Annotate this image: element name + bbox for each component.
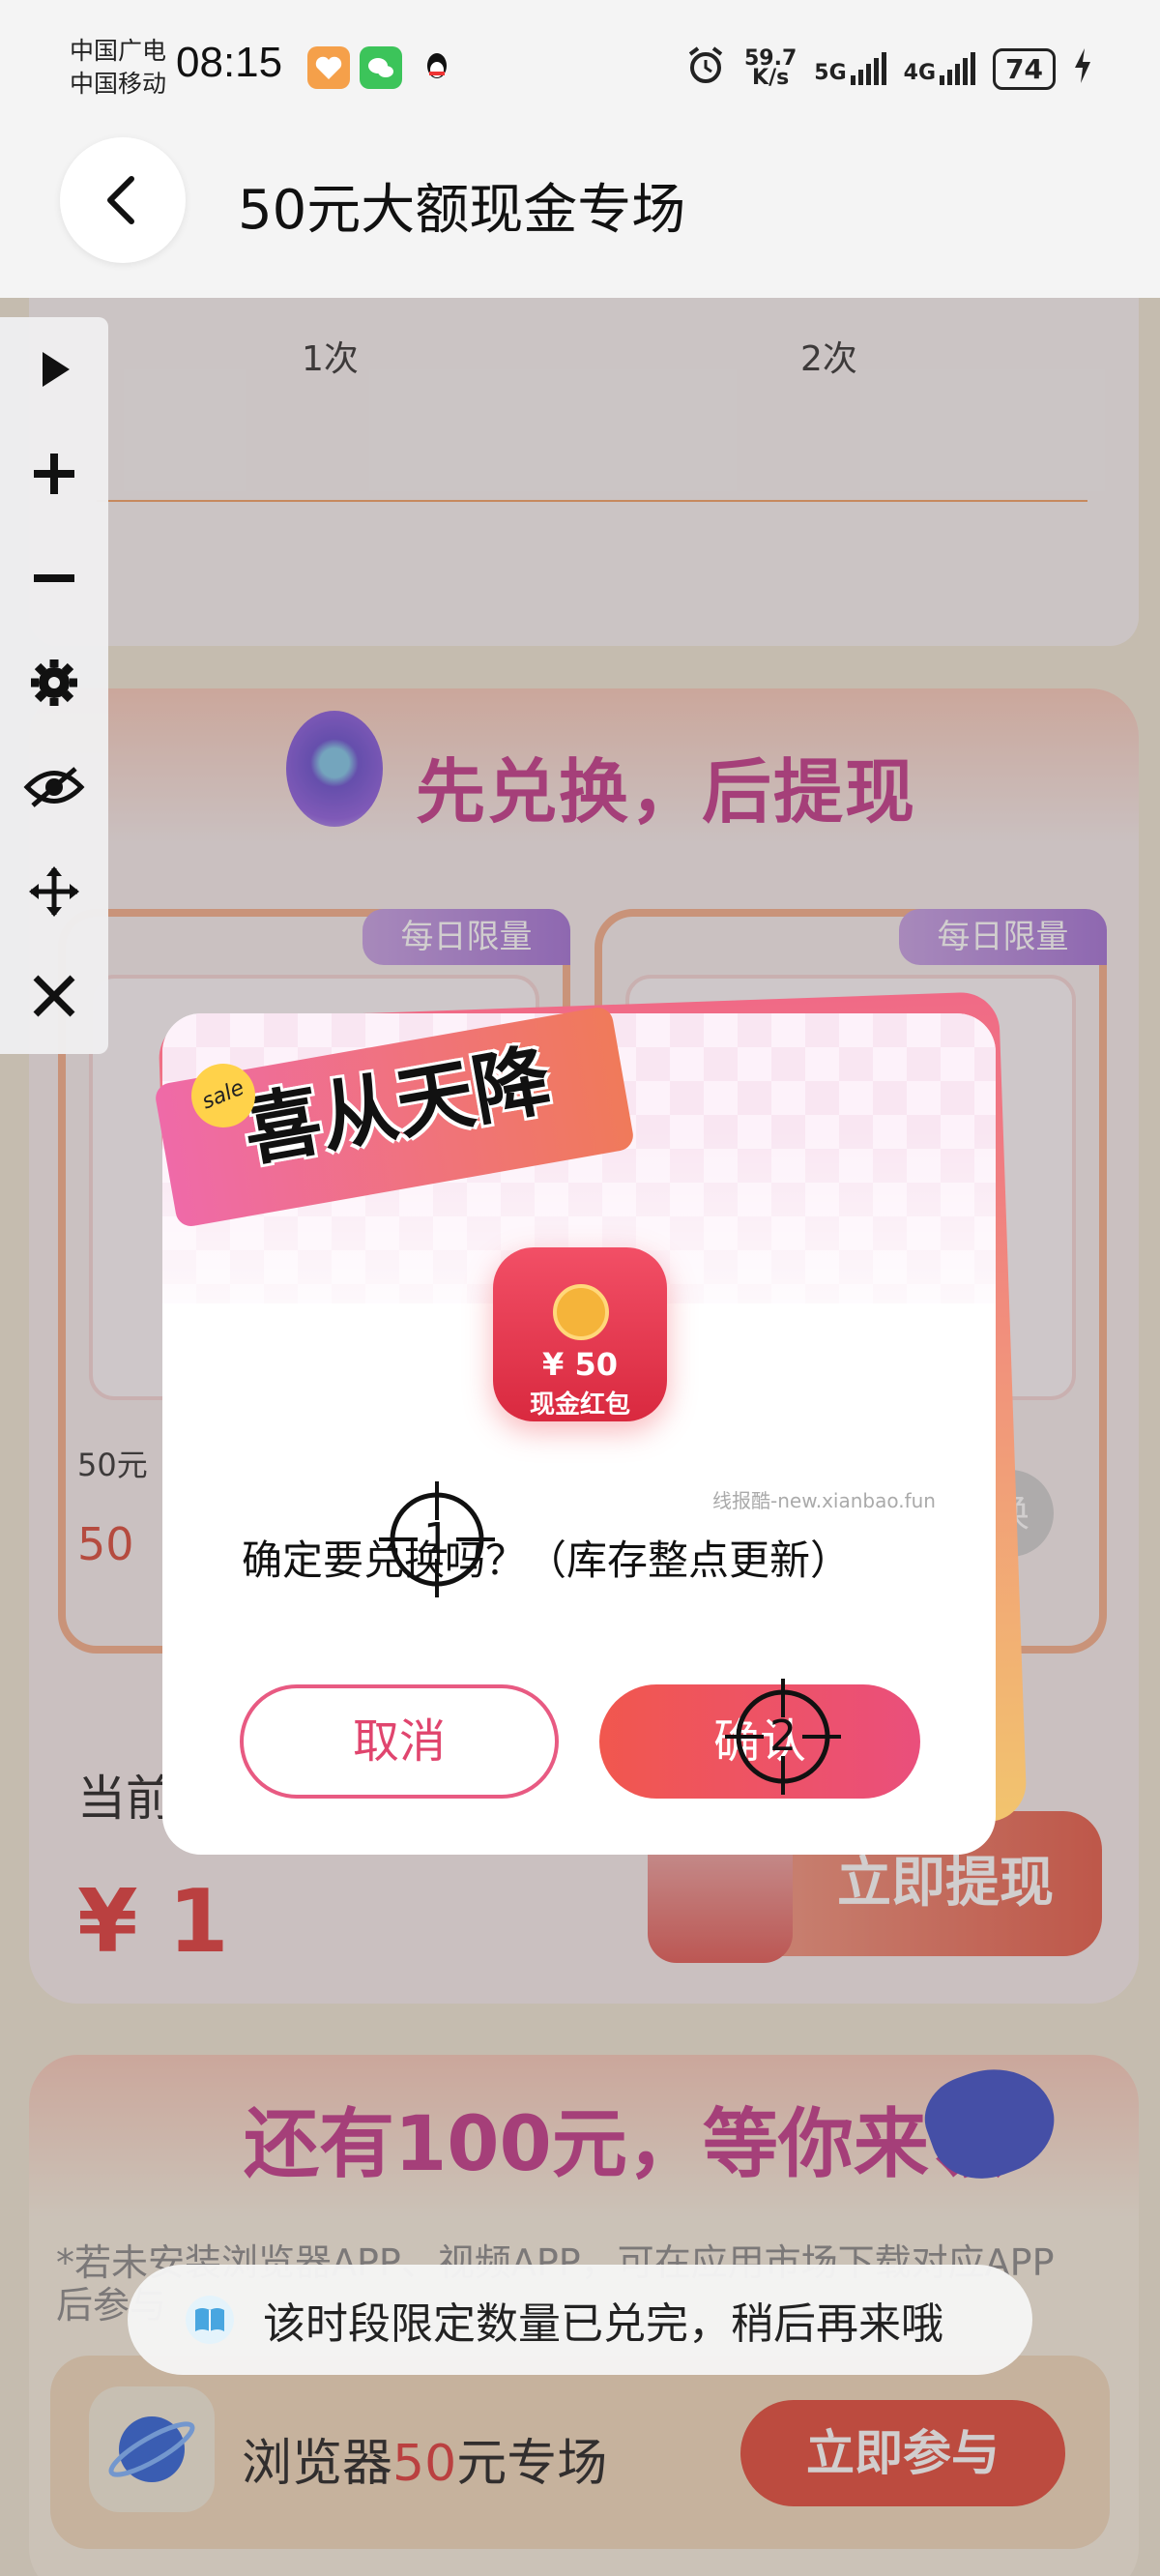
status-right: 59.7 K/s 5G 4G 74 <box>684 44 1092 93</box>
signal-bars-icon <box>850 52 886 85</box>
crosshair-marker-1: 1 <box>379 1481 495 1597</box>
eye-off-icon[interactable] <box>19 752 89 822</box>
plus-icon[interactable] <box>19 439 89 509</box>
signal-4g: 4G <box>903 52 976 85</box>
wechat-icon <box>360 46 402 89</box>
carrier-1: 中国广电 <box>70 37 167 65</box>
signal-5g-label: 5G <box>814 61 847 85</box>
alarm-icon <box>684 44 727 93</box>
net-speed-unit: K/s <box>752 66 790 90</box>
cancel-button[interactable]: 取消 <box>240 1684 559 1799</box>
play-icon[interactable] <box>19 335 89 404</box>
carrier-2: 中国移动 <box>70 70 167 98</box>
move-icon[interactable] <box>19 857 89 926</box>
charging-icon <box>1073 48 1092 89</box>
page-title: 50元大额现金专场 <box>238 179 686 242</box>
book-icon <box>186 2296 234 2344</box>
svg-text:1: 1 <box>423 1514 450 1564</box>
qq-icon <box>416 46 458 89</box>
signal-5g: 5G <box>814 52 886 85</box>
carrier-names: 中国广电 中国移动 <box>70 35 166 101</box>
redpack-name: 现金红包 <box>529 1390 630 1420</box>
health-app-icon <box>307 46 350 89</box>
toast: 该时段限定数量已兑完，稍后再来哦 <box>128 2265 1032 2375</box>
signal-4g-label: 4G <box>903 61 937 85</box>
gear-icon[interactable] <box>19 648 89 717</box>
watermark: 线报酷-new.xianbao.fun <box>712 1489 936 1512</box>
dialog-question: 确定要兑换吗？（库存整点更新） <box>242 1537 852 1584</box>
signal-bars-icon <box>940 52 976 85</box>
toast-text: 该时段限定数量已兑完，稍后再来哦 <box>263 2299 943 2349</box>
net-speed: 59.7 K/s <box>744 48 797 90</box>
book-coin-icon <box>553 1284 609 1340</box>
crosshair-marker-2: 2 <box>725 1679 841 1795</box>
floating-toolbar <box>0 317 108 1054</box>
battery-level: 74 <box>993 47 1056 90</box>
redpack-amount: ¥ 50 <box>542 1346 618 1383</box>
minus-icon[interactable] <box>19 543 89 613</box>
clock: 08:15 <box>176 39 283 86</box>
chevron-left-icon <box>107 176 134 224</box>
close-icon[interactable] <box>19 961 89 1031</box>
status-bar: 中国广电 中国移动 08:15 59.7 K/s 5G 4G 74 <box>0 0 1160 135</box>
back-button[interactable] <box>60 137 186 263</box>
svg-text:2: 2 <box>769 1712 797 1761</box>
